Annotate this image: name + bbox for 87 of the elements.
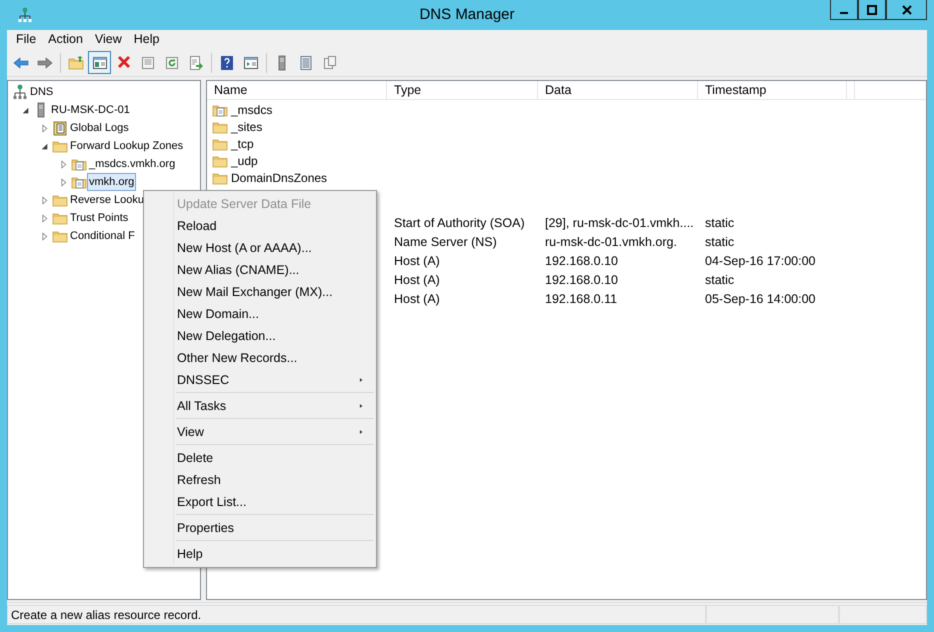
menu-item[interactable]: All Tasks	[146, 395, 374, 417]
menu-item[interactable]: Refresh	[146, 469, 374, 491]
expand-arrow-icon[interactable]	[40, 196, 49, 204]
app-icon	[17, 7, 33, 23]
copy-icon	[322, 54, 338, 70]
column-header[interactable]: Data	[538, 81, 698, 99]
list-item[interactable]: _msdcs	[231, 100, 272, 118]
log-book-icon	[52, 120, 68, 136]
tree-item[interactable]: RU-MSK-DC-01	[49, 101, 132, 119]
back-arrow-icon	[12, 54, 28, 70]
action-pane-icon	[242, 54, 258, 70]
table-cell: [29], ru-msk-dc-01.vmkh....	[545, 216, 694, 230]
menu-item[interactable]: Delete	[146, 447, 374, 469]
maximize-button[interactable]	[858, 0, 886, 20]
column-header[interactable]: Name	[207, 81, 387, 99]
table-cell: 04-Sep-16 17:00:00	[705, 254, 816, 268]
tree-item[interactable]: vmkh.org	[87, 173, 136, 191]
menu-item[interactable]: Other New Records...	[146, 347, 374, 369]
refresh-icon	[164, 54, 180, 70]
menu-item[interactable]: Export List...	[146, 491, 374, 513]
window-title: DNS Manager	[419, 5, 515, 25]
menu-item[interactable]: New Mail Exchanger (MX)...	[146, 281, 374, 303]
table-cell: static	[705, 216, 734, 230]
status-text: Create a new alias resource record.	[11, 608, 202, 622]
collapse-arrow-icon[interactable]	[21, 106, 30, 114]
menu-item[interactable]: DNSSEC	[146, 369, 374, 391]
expand-arrow-icon[interactable]	[40, 232, 49, 240]
column-header[interactable]: Type	[387, 81, 538, 99]
expand-arrow-icon[interactable]	[40, 214, 49, 222]
tree-item[interactable]: Trust Points	[68, 209, 130, 227]
table-cell: ru-msk-dc-01.vmkh.org.	[545, 235, 677, 250]
column-header[interactable]: Timestamp	[698, 81, 847, 99]
menu-item[interactable]: Reload	[146, 215, 374, 237]
submenu-arrow-icon	[359, 402, 364, 410]
collapse-arrow-icon[interactable]	[40, 142, 49, 150]
menu-item[interactable]: Properties	[146, 517, 374, 539]
menu-item[interactable]: Help	[128, 30, 166, 49]
properties-icon	[140, 54, 156, 70]
expand-arrow-icon[interactable]	[40, 124, 49, 132]
menu-item[interactable]: New Domain...	[146, 303, 374, 325]
list-item[interactable]: _udp	[231, 152, 258, 170]
export-list-icon	[188, 54, 204, 70]
help-icon	[218, 54, 234, 70]
menu-item[interactable]: File	[10, 30, 42, 49]
menu-item[interactable]: New Delegation...	[146, 325, 374, 347]
minimize-icon	[840, 12, 848, 14]
table-cell: Name Server (NS)	[394, 235, 497, 250]
tree-item[interactable]: Forward Lookup Zones	[68, 137, 186, 155]
submenu-arrow-icon	[359, 376, 364, 384]
menu-item[interactable]: Action	[42, 30, 89, 49]
table-cell: 192.168.0.10	[545, 273, 618, 288]
table-cell: 192.168.0.10	[545, 254, 618, 268]
tree-item[interactable]: Global Logs	[68, 119, 131, 137]
table-cell: Host (A)	[394, 292, 440, 306]
tree-item[interactable]: _msdcs.vmkh.org	[87, 155, 178, 173]
maximize-icon	[867, 4, 877, 14]
minimize-button[interactable]	[830, 0, 858, 20]
panes-icon	[92, 54, 108, 70]
table-cell: static	[705, 273, 734, 288]
menu-item[interactable]: New Alias (CNAME)...	[146, 259, 374, 281]
menu-item[interactable]: View	[146, 421, 374, 443]
menu-item[interactable]: View	[88, 30, 128, 49]
delete-icon	[116, 54, 132, 70]
table-cell: 192.168.0.11	[545, 292, 618, 306]
expand-arrow-icon[interactable]	[59, 178, 68, 186]
close-icon	[902, 4, 912, 14]
submenu-arrow-icon	[359, 428, 364, 436]
list-item[interactable]: _sites	[231, 118, 262, 136]
tree-item[interactable]: DNS	[28, 83, 56, 101]
network-icon	[12, 84, 28, 100]
table-cell: static	[705, 235, 734, 250]
close-button[interactable]	[886, 0, 927, 20]
table-cell: Start of Authority (SOA)	[394, 216, 525, 230]
up-folder-icon	[68, 54, 84, 70]
table-cell: Host (A)	[394, 273, 440, 288]
menu-item[interactable]: Help	[146, 543, 374, 565]
tree-item[interactable]: Reverse Looku	[68, 191, 146, 209]
list-icon	[298, 54, 314, 70]
list-item[interactable]: DomainDnsZones	[231, 168, 328, 186]
list-item[interactable]: _tcp	[231, 134, 254, 152]
expand-arrow-icon[interactable]	[59, 160, 68, 168]
tree-item[interactable]: Conditional F	[68, 227, 137, 245]
forward-arrow-icon	[36, 54, 52, 70]
toolbar-button[interactable]	[88, 51, 111, 74]
table-cell: 05-Sep-16 14:00:00	[705, 292, 816, 306]
table-cell: Host (A)	[394, 254, 440, 268]
menu-item[interactable]: New Host (A or AAAA)...	[146, 237, 374, 259]
